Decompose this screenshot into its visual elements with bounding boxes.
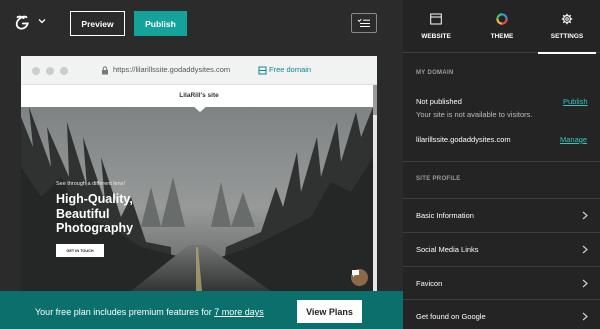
- editor-area: Preview Publish https://lilarillssite.go…: [0, 0, 403, 329]
- domain-name: lilarillssite.godaddysites.com: [416, 135, 511, 144]
- list-item-social-media-links[interactable]: Social Media Links: [403, 233, 600, 266]
- hero-tagline: See through a different lens!: [56, 181, 126, 187]
- divider: [403, 161, 600, 162]
- list-item-get-found-on-google[interactable]: Get found on Google: [403, 300, 600, 329]
- window-dot: [60, 67, 68, 75]
- header-pointer: [193, 106, 207, 112]
- list-item-label: Favicon: [416, 279, 443, 288]
- gear-icon: [561, 13, 573, 25]
- url-text: https://lilarillssite.godaddysites.com: [113, 65, 231, 74]
- navigation-menu-button[interactable]: [351, 13, 377, 33]
- view-plans-button[interactable]: View Plans: [297, 300, 362, 323]
- tab-label: SETTINGS: [550, 33, 584, 40]
- domain-tag-icon: [258, 66, 267, 75]
- godaddy-logo-icon[interactable]: [12, 13, 32, 33]
- my-domain-heading: MY DOMAIN: [416, 70, 454, 76]
- hero-section[interactable]: See through a different lens! High-Quali…: [21, 107, 373, 291]
- preview-scrollbar[interactable]: [373, 85, 377, 291]
- hero-headline: High-Quality, Beautiful Photography: [56, 192, 134, 235]
- publish-status-detail: Your site is not available to visitors.: [416, 110, 533, 119]
- tab-settings[interactable]: SETTINGS: [534, 0, 600, 54]
- window-dot: [32, 67, 40, 75]
- site-header[interactable]: LilaRill's site: [21, 85, 377, 107]
- list-menu-icon: [357, 18, 370, 27]
- publish-button[interactable]: Publish: [134, 11, 187, 36]
- browser-window-icon: [430, 13, 442, 25]
- banner-text: Your free plan includes premium features…: [35, 307, 215, 317]
- site-name: LilaRill's site: [179, 92, 219, 99]
- get-in-touch-button[interactable]: GET IN TOUCH: [56, 244, 104, 257]
- chevron-right-icon: [582, 279, 588, 288]
- more-days-link[interactable]: 7 more days: [214, 307, 264, 317]
- tab-theme[interactable]: THEME: [469, 0, 535, 53]
- chevron-right-icon: [582, 211, 588, 220]
- browser-chrome: https://lilarillssite.godaddysites.com F…: [21, 56, 377, 85]
- window-dot: [46, 67, 54, 75]
- list-item-label: Get found on Google: [416, 312, 486, 321]
- list-item-basic-information[interactable]: Basic Information: [403, 199, 600, 232]
- settings-panel: WEBSITE THEME SETTINGS MY DOMAIN Not pub…: [403, 0, 600, 329]
- color-wheel-icon: [496, 13, 508, 25]
- tab-label: THEME: [490, 33, 514, 40]
- free-domain-link[interactable]: Free domain: [269, 65, 311, 74]
- list-item-label: Social Media Links: [416, 245, 479, 254]
- chevron-down-icon[interactable]: [37, 16, 47, 26]
- free-plan-banner: Your free plan includes premium features…: [0, 291, 403, 329]
- preview-button[interactable]: Preview: [70, 11, 125, 36]
- list-item-favicon[interactable]: Favicon: [403, 267, 600, 300]
- tab-website[interactable]: WEBSITE: [403, 0, 469, 53]
- chat-button[interactable]: [351, 269, 368, 286]
- chat-bubble-icon: [352, 270, 359, 277]
- tab-label: WEBSITE: [421, 33, 451, 40]
- chevron-right-icon: [582, 245, 588, 254]
- panel-tabs: WEBSITE THEME SETTINGS: [403, 0, 600, 54]
- site-preview-frame: https://lilarillssite.godaddysites.com F…: [21, 56, 377, 291]
- publish-status: Not published: [416, 97, 462, 106]
- lock-icon: [102, 66, 108, 75]
- banner-message: Your free plan includes premium features…: [35, 307, 264, 317]
- chevron-right-icon: [582, 312, 588, 321]
- scrollbar-thumb[interactable]: [373, 85, 377, 115]
- site-profile-heading: SITE PROFILE: [416, 176, 461, 182]
- manage-domain-link[interactable]: Manage: [560, 135, 587, 144]
- publish-link[interactable]: Publish: [563, 97, 588, 106]
- list-item-label: Basic Information: [416, 211, 474, 220]
